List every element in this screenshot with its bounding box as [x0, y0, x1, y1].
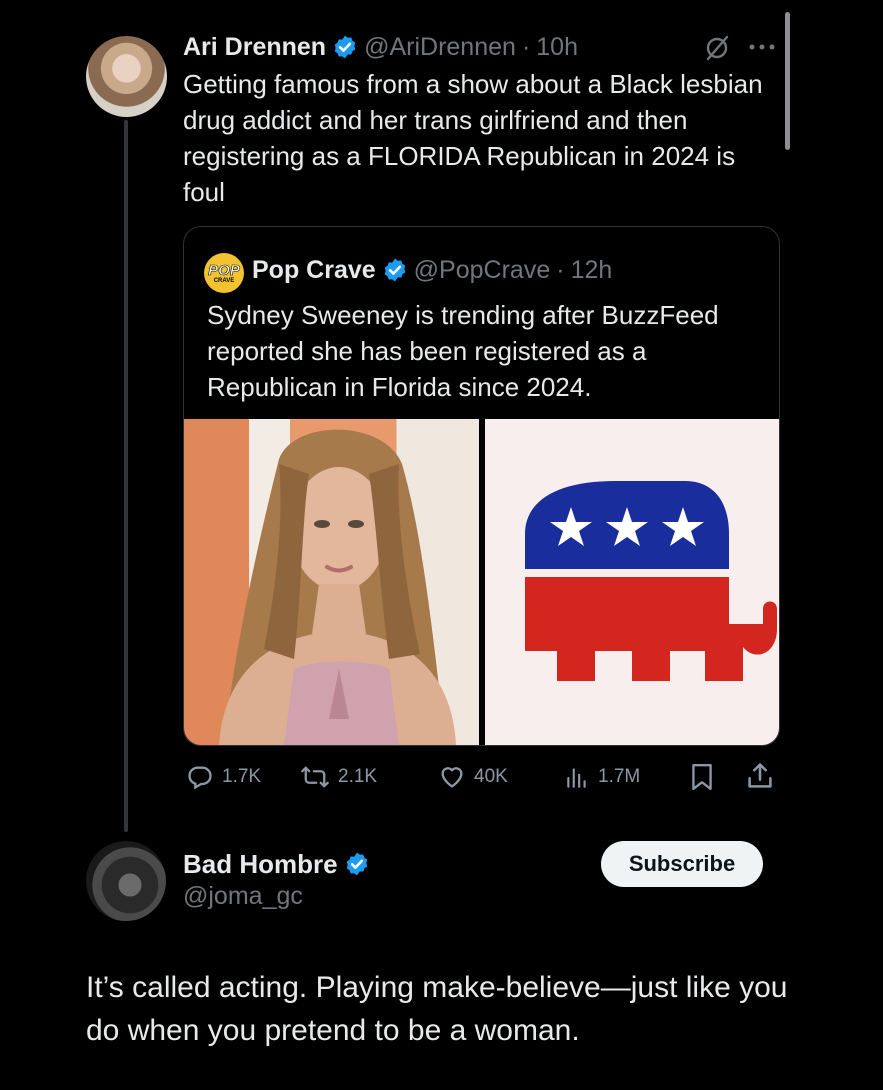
- woman-illustration: [219, 429, 456, 745]
- elephant-illustration: [525, 481, 777, 681]
- reply-author-header: Bad Hombre: [183, 847, 370, 881]
- separator-dot: ·: [556, 255, 565, 284]
- logo-text-bottom: CRAVE: [213, 277, 235, 284]
- share-icon[interactable]: [746, 761, 774, 791]
- like-count: 40K: [474, 766, 508, 787]
- bar-chart-icon: [567, 768, 586, 788]
- main-tweet-header: Ari Drennen @AriDrennen · 10h: [183, 30, 578, 64]
- reply-text: It’s called acting. Playing make-believe…: [86, 971, 788, 1047]
- more-dots-icon[interactable]: [748, 42, 776, 52]
- tweet-time[interactable]: 10h: [536, 33, 578, 62]
- repost-action[interactable]: 2.1K: [300, 762, 377, 792]
- reply-icon: [188, 766, 212, 790]
- verified-badge-icon: [384, 258, 405, 282]
- reply-author-name[interactable]: Bad Hombre: [183, 849, 338, 880]
- repost-icon: [301, 766, 329, 788]
- author-name[interactable]: Ari Drennen: [183, 33, 326, 62]
- quote-author-handle[interactable]: @PopCrave: [414, 256, 551, 285]
- republican-elephant-logo[interactable]: [485, 419, 779, 745]
- views-count: 1.7M: [598, 766, 641, 787]
- quote-tweet-time[interactable]: 12h: [571, 256, 613, 285]
- reply-count: 1.7K: [222, 766, 262, 787]
- bookmark-icon[interactable]: [689, 762, 715, 792]
- verified-badge-icon: [346, 852, 367, 876]
- author-handle[interactable]: @AriDrennen: [364, 33, 516, 62]
- slashed-circle-icon[interactable]: [703, 34, 731, 62]
- scrollbar-thumb[interactable]: [785, 12, 790, 150]
- popcrave-logo[interactable]: POP CRAVE: [204, 253, 244, 293]
- heart-icon: [441, 767, 463, 788]
- avatar-bad-hombre[interactable]: [86, 841, 166, 921]
- logo-text-top: POP: [208, 261, 240, 279]
- reply-action[interactable]: 1.7K: [186, 762, 261, 792]
- reply-author-handle[interactable]: @joma_gc: [183, 882, 303, 911]
- subscribe-button[interactable]: Subscribe: [601, 841, 763, 887]
- avatar-ari-drennen[interactable]: [86, 36, 167, 117]
- image-divider: [479, 419, 485, 745]
- quote-tweet-header: Pop Crave @PopCrave · 12h: [252, 253, 612, 287]
- views-action[interactable]: 1.7M: [564, 762, 640, 792]
- repost-count: 2.1K: [338, 766, 378, 787]
- like-action[interactable]: 40K: [438, 762, 508, 792]
- quote-author-name[interactable]: Pop Crave: [252, 256, 376, 285]
- main-tweet-text: Getting famous from a show about a Black…: [183, 69, 763, 207]
- separator-dot: ·: [521, 32, 531, 61]
- quote-tweet-card[interactable]: POP CRAVE Pop Crave @PopCrave · 12h Sydn…: [183, 226, 780, 746]
- verified-badge-icon: [334, 35, 356, 59]
- photo-of-woman[interactable]: [184, 419, 479, 745]
- quote-tweet-text: Sydney Sweeney is trending after BuzzFee…: [207, 300, 719, 402]
- thread-line: [124, 120, 128, 832]
